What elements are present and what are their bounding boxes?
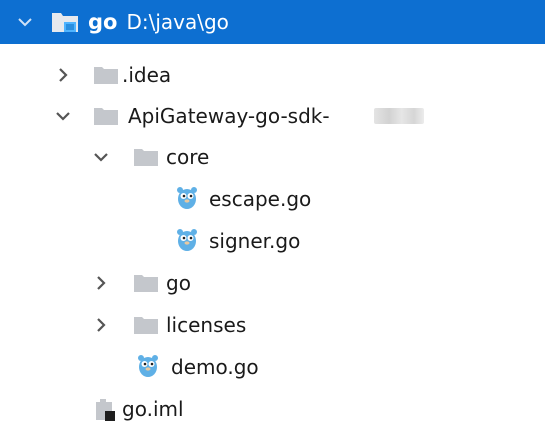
- iml-file-icon: [96, 399, 115, 421]
- gopher-file-icon: [138, 355, 158, 377]
- root-name: go: [88, 10, 118, 34]
- tree-item-label: go: [166, 271, 191, 295]
- folder-icon: [134, 149, 158, 166]
- tree-item-label: escape.go: [209, 187, 312, 211]
- tree-item-go-folder[interactable]: go: [0, 262, 545, 300]
- chevron-down-icon[interactable]: [14, 11, 36, 33]
- tree-item-label: go.iml: [122, 397, 184, 421]
- folder-icon: [134, 317, 158, 334]
- tree-item-label: core: [166, 145, 210, 169]
- chevron-right-icon[interactable]: [90, 272, 112, 294]
- gopher-file-icon: [177, 187, 197, 209]
- tree-item-core[interactable]: core: [0, 136, 545, 174]
- tree-item-label: signer.go: [209, 229, 301, 253]
- gopher-file-icon: [177, 229, 197, 251]
- tree-item-label: licenses: [166, 313, 247, 337]
- chevron-right-icon[interactable]: [52, 64, 74, 86]
- tree-item-apigateway-sdk[interactable]: ApiGateway-go-sdk-: [0, 95, 545, 133]
- tree-item-label: demo.go: [171, 355, 259, 379]
- module-folder-icon: [52, 13, 78, 32]
- tree-item-signer-go[interactable]: signer.go: [0, 220, 545, 258]
- root-path: D:\java\go: [126, 10, 229, 34]
- folder-icon: [94, 67, 118, 84]
- folder-icon: [94, 108, 118, 125]
- tree-item-licenses[interactable]: licenses: [0, 304, 545, 342]
- tree-item-escape-go[interactable]: escape.go: [0, 178, 545, 216]
- folder-icon: [134, 275, 158, 292]
- tree-row-root[interactable]: go D:\java\go: [0, 0, 545, 44]
- chevron-down-icon[interactable]: [52, 105, 74, 127]
- tree-item-label: .idea: [122, 63, 172, 87]
- tree-item-go-iml[interactable]: go.iml: [0, 388, 545, 426]
- project-tree: go D:\java\go .idea ApiGateway-go-sdk- co…: [0, 0, 545, 428]
- tree-item-label: ApiGateway-go-sdk-: [128, 104, 330, 128]
- chevron-right-icon[interactable]: [90, 314, 112, 336]
- chevron-down-icon[interactable]: [90, 146, 112, 168]
- root-label: go D:\java\go: [88, 10, 229, 34]
- tree-item-idea[interactable]: .idea: [0, 54, 545, 92]
- tree-item-demo-go[interactable]: demo.go: [0, 346, 545, 384]
- redacted-suffix: [374, 108, 424, 124]
